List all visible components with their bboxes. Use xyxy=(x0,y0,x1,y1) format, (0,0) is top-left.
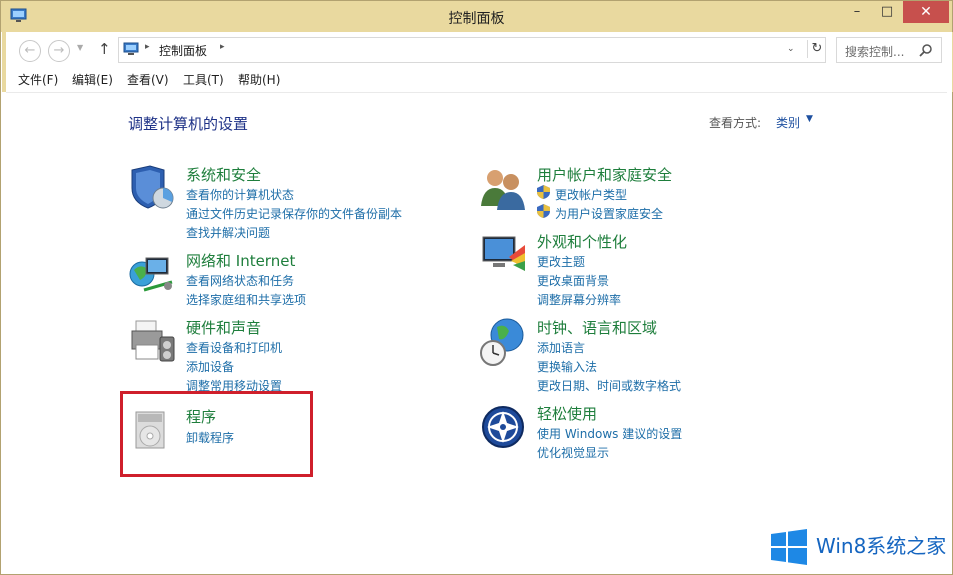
address-dropdown-icon[interactable]: ⌄ xyxy=(787,44,795,54)
toolbar-area: ← → ▼ ↑ ▸ 控制面板 ▸ ⌄ ↻ 搜索控制... 文件(F) 编辑(E)… xyxy=(2,32,953,92)
control-panel-icon xyxy=(123,42,139,55)
search-icon[interactable] xyxy=(919,43,933,57)
category-title[interactable]: 时钟、语言和区域 xyxy=(537,317,657,338)
category-link[interactable]: 更改桌面背景 xyxy=(537,272,609,289)
forward-button[interactable]: → xyxy=(48,40,70,62)
back-button[interactable]: ← xyxy=(19,40,41,62)
printer-icon[interactable] xyxy=(128,317,178,367)
category-user-accounts: 用户帐户和家庭安全 更改帐户类型 为用户设置家庭安全 xyxy=(479,164,779,222)
category-link[interactable]: 优化视觉显示 xyxy=(537,444,609,461)
category-title[interactable]: 系统和安全 xyxy=(186,164,261,185)
up-button[interactable]: ↑ xyxy=(98,40,111,58)
clock-globe-icon[interactable] xyxy=(479,317,529,367)
category-link[interactable]: 调整屏幕分辨率 xyxy=(537,291,621,308)
view-by-label: 查看方式: xyxy=(709,116,762,130)
uac-shield-icon xyxy=(537,204,550,218)
category-link[interactable]: 查看网络状态和任务 xyxy=(186,272,294,289)
shield-icon[interactable] xyxy=(128,164,178,214)
ease-of-access-icon[interactable] xyxy=(479,403,529,453)
title-bar[interactable]: 控制面板 – □ ✕ xyxy=(1,1,952,32)
main-content: 调整计算机的设置 查看方式: 类别 ▼ 系统和安全 查看你的计算机状态 通过文件… xyxy=(6,92,947,570)
breadcrumb-separator-icon[interactable]: ▸ xyxy=(220,42,225,52)
category-link[interactable]: 通过文件历史记录保存你的文件备份副本 xyxy=(186,205,402,222)
windows-logo-icon xyxy=(771,529,807,565)
category-link[interactable]: 更改帐户类型 xyxy=(555,186,627,203)
highlight-box xyxy=(120,391,313,477)
category-link[interactable]: 添加语言 xyxy=(537,339,585,356)
address-bar[interactable]: ▸ 控制面板 ▸ ⌄ ↻ xyxy=(118,37,826,63)
category-link[interactable]: 更换输入法 xyxy=(537,358,597,375)
search-box[interactable]: 搜索控制... xyxy=(836,37,942,63)
menu-file[interactable]: 文件(F) xyxy=(18,71,58,88)
recent-pages-chevron-icon[interactable]: ▼ xyxy=(77,43,83,52)
category-appearance: 外观和个性化 更改主题 更改桌面背景 调整屏幕分辨率 xyxy=(479,231,779,307)
monitor-palette-icon[interactable] xyxy=(479,231,529,281)
category-link[interactable]: 为用户设置家庭安全 xyxy=(555,205,663,222)
category-hardware-sound: 硬件和声音 查看设备和打印机 添加设备 调整常用移动设置 xyxy=(128,317,448,393)
users-icon[interactable] xyxy=(479,164,529,214)
uac-shield-icon xyxy=(537,185,550,199)
control-panel-window: 控制面板 – □ ✕ ← → ▼ ↑ ▸ 控制面板 ▸ ⌄ ↻ 搜索控制... xyxy=(0,0,953,575)
category-title[interactable]: 用户帐户和家庭安全 xyxy=(537,164,672,185)
menu-view[interactable]: 查看(V) xyxy=(127,71,169,88)
window-title: 控制面板 xyxy=(448,11,505,27)
category-title[interactable]: 轻松使用 xyxy=(537,403,597,424)
menu-edit[interactable]: 编辑(E) xyxy=(72,71,113,88)
page-title: 调整计算机的设置 xyxy=(128,115,249,133)
globe-network-icon[interactable] xyxy=(128,250,178,300)
breadcrumb-separator-icon[interactable]: ▸ xyxy=(145,42,150,52)
category-link[interactable]: 查看设备和打印机 xyxy=(186,339,282,356)
category-link[interactable]: 查找并解决问题 xyxy=(186,224,270,241)
chevron-down-icon[interactable]: ▼ xyxy=(806,114,813,124)
minimize-button[interactable]: – xyxy=(843,1,871,23)
maximize-button[interactable]: □ xyxy=(873,1,901,23)
category-link[interactable]: 选择家庭组和共享选项 xyxy=(186,291,306,308)
category-link[interactable]: 更改日期、时间或数字格式 xyxy=(537,377,681,394)
watermark-text: Win8系统之家 xyxy=(816,534,947,558)
menu-tools[interactable]: 工具(T) xyxy=(183,71,224,88)
close-button[interactable]: ✕ xyxy=(903,1,949,23)
menu-help[interactable]: 帮助(H) xyxy=(238,71,280,88)
category-link[interactable]: 使用 Windows 建议的设置 xyxy=(537,425,682,442)
category-link[interactable]: 查看你的计算机状态 xyxy=(186,186,294,203)
view-by-dropdown[interactable]: 类别 xyxy=(776,114,800,131)
category-system-security: 系统和安全 查看你的计算机状态 通过文件历史记录保存你的文件备份副本 查找并解决… xyxy=(128,164,448,240)
category-title[interactable]: 硬件和声音 xyxy=(186,317,261,338)
category-title[interactable]: 外观和个性化 xyxy=(537,231,627,252)
breadcrumb-control-panel[interactable]: 控制面板 xyxy=(159,42,207,59)
category-title[interactable]: 网络和 Internet xyxy=(186,250,295,271)
search-placeholder[interactable]: 搜索控制... xyxy=(845,43,904,60)
category-network-internet: 网络和 Internet 查看网络状态和任务 选择家庭组和共享选项 xyxy=(128,250,448,308)
category-link[interactable]: 添加设备 xyxy=(186,358,234,375)
category-link[interactable]: 更改主题 xyxy=(537,253,585,270)
category-ease-of-access: 轻松使用 使用 Windows 建议的设置 优化视觉显示 xyxy=(479,403,779,461)
refresh-button[interactable]: ↻ xyxy=(807,40,826,58)
category-clock-language: 时钟、语言和区域 添加语言 更换输入法 更改日期、时间或数字格式 xyxy=(479,317,779,393)
